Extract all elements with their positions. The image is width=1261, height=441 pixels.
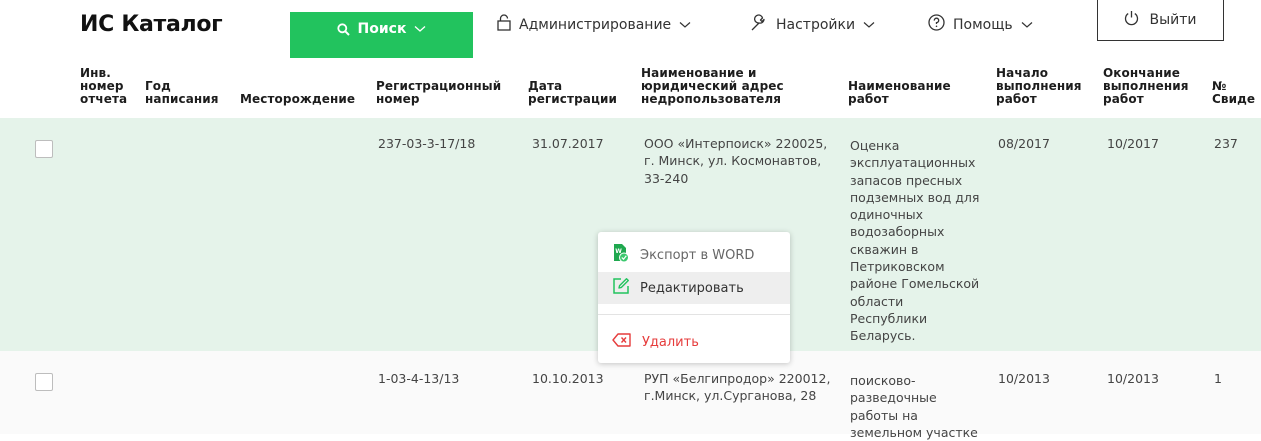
col-header-start[interactable]: Начало выполнения работ [996, 67, 1082, 106]
power-icon [1124, 10, 1139, 30]
nav-administration-label: Администрирование [519, 16, 672, 33]
cell-user: ООО «Интерпоиск» 220025, г. Минск, ул. К… [644, 136, 828, 186]
menu-delete[interactable]: Удалить [598, 326, 790, 358]
nav-administration[interactable]: Администрирование [497, 14, 691, 35]
menu-export-label: Экспорт в WORD [640, 247, 755, 263]
cell-end: 10/2017 [1107, 136, 1159, 151]
menu-edit-label: Редактировать [640, 280, 744, 296]
menu-edit[interactable]: Редактировать [598, 272, 790, 304]
chevron-down-icon [863, 17, 875, 33]
lock-icon [497, 14, 511, 35]
help-icon [928, 14, 945, 35]
row-checkbox[interactable] [35, 140, 53, 158]
col-header-regnum[interactable]: Регистрационный номер [376, 80, 501, 106]
cell-regnum: 1-03-4-13/13 [378, 371, 460, 386]
chevron-down-icon [679, 17, 691, 33]
nav-help-label: Помощь [953, 16, 1013, 33]
cell-start: 08/2017 [998, 136, 1050, 151]
menu-export-word[interactable]: W Экспорт в WORD [598, 239, 790, 271]
nav-settings-label: Настройки [776, 17, 856, 33]
chevron-down-icon [414, 25, 426, 33]
cell-start: 10/2013 [998, 371, 1050, 386]
col-header-user[interactable]: Наименование и юридический адрес недропо… [641, 67, 784, 106]
cell-end: 10/2013 [1107, 371, 1159, 386]
col-header-inv[interactable]: Инв. номер отчета [80, 67, 127, 106]
nav-help[interactable]: Помощь [928, 14, 1033, 35]
chevron-down-icon [1021, 17, 1033, 33]
wrench-icon [750, 14, 768, 36]
backspace-icon [612, 333, 632, 351]
top-navigation: ИС Каталог Поиск Администрирование Настр… [0, 0, 1261, 58]
cell-work: поисково- разведочные работы на земельно… [850, 373, 978, 440]
context-menu: W Экспорт в WORD Редактировать Удалить [598, 232, 790, 363]
col-header-cert[interactable]: № Свиде [1212, 80, 1255, 106]
cell-work: Оценка эксплуатационных запасов пресных … [850, 138, 980, 344]
cell-cert: 1 [1214, 371, 1222, 386]
table-row[interactable]: 1-03-4-13/13 10.10.2013 РУП «Белгипродор… [0, 351, 1261, 440]
edit-icon [612, 277, 630, 299]
menu-delete-label: Удалить [642, 334, 699, 350]
col-header-year[interactable]: Год написания [145, 80, 219, 106]
app-title: ИС Каталог [80, 12, 223, 37]
col-header-end[interactable]: Окончание выполнения работ [1103, 67, 1189, 106]
cell-user: РУП «Белгипродор» 220012, г.Минск, ул.Су… [644, 371, 831, 404]
nav-settings[interactable]: Настройки [750, 14, 875, 36]
table-header: Инв. номер отчета Год написания Месторож… [0, 58, 1261, 118]
menu-divider [598, 314, 790, 315]
word-file-icon: W [612, 243, 630, 267]
row-checkbox[interactable] [35, 373, 53, 391]
logout-button[interactable]: Выйти [1097, 0, 1224, 41]
col-header-deposit[interactable]: Месторождение [240, 93, 355, 106]
search-icon [336, 22, 350, 36]
col-header-regdate[interactable]: Дата регистрации [528, 80, 617, 106]
logout-label: Выйти [1149, 12, 1197, 28]
cell-regdate: 10.10.2013 [532, 371, 604, 386]
cell-regnum: 237-03-3-17/18 [378, 136, 476, 151]
col-header-work[interactable]: Наименование работ [848, 80, 951, 106]
cell-cert: 237 [1214, 136, 1238, 151]
cell-regdate: 31.07.2017 [532, 136, 604, 151]
search-button[interactable]: Поиск [290, 12, 473, 58]
search-label: Поиск [357, 21, 407, 37]
